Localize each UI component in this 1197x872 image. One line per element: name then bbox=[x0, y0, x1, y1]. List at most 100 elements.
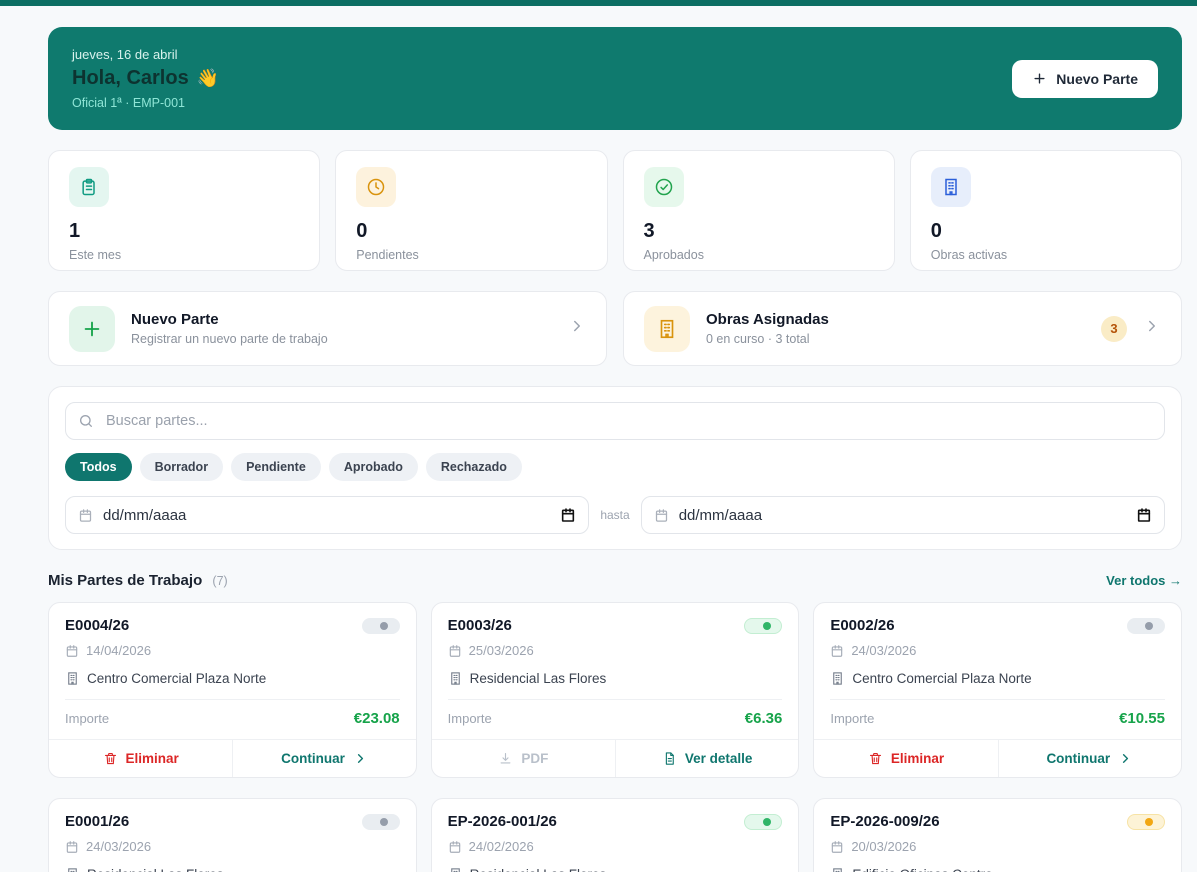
building-icon bbox=[448, 671, 463, 686]
report-site: Centro Comercial Plaza Norte bbox=[852, 671, 1031, 686]
greeting-title: Hola, Carlos 👋 bbox=[72, 67, 219, 90]
delete-button[interactable]: Eliminar bbox=[814, 740, 997, 777]
pdf-button[interactable]: PDF bbox=[432, 740, 615, 777]
date-picker-icon[interactable] bbox=[1136, 507, 1152, 523]
status-dot-icon bbox=[1145, 818, 1153, 826]
stat-card: 0 Pendientes bbox=[335, 150, 607, 271]
continue-button-label: Continuar bbox=[281, 751, 345, 766]
report-site-row: Residencial Las Flores bbox=[448, 867, 783, 872]
view-all-link[interactable]: Ver todos → bbox=[1106, 573, 1182, 588]
report-date: 24/03/2026 bbox=[851, 643, 916, 658]
greeting-banner: jueves, 16 de abril Hola, Carlos 👋 Ofici… bbox=[48, 27, 1182, 130]
trash-icon bbox=[103, 751, 118, 766]
report-card-footer: Eliminar Continuar bbox=[814, 739, 1181, 777]
status-dot-icon bbox=[380, 818, 388, 826]
report-date-row: 14/04/2026 bbox=[65, 643, 400, 658]
report-date: 24/03/2026 bbox=[86, 839, 151, 854]
status-filter-chips: Todos Borrador Pendiente Aprobado Rechazado bbox=[65, 453, 1165, 481]
report-card-top: EP-2026-001/26 bbox=[448, 813, 783, 830]
status-dot-icon bbox=[380, 622, 388, 630]
delete-button-label: Eliminar bbox=[891, 751, 944, 766]
status-pill bbox=[362, 814, 400, 830]
detail-button-label: Ver detalle bbox=[685, 751, 753, 766]
date-from-field[interactable]: dd/mm/aaaa bbox=[65, 496, 589, 534]
report-card-top: E0002/26 bbox=[830, 617, 1165, 634]
report-card: E0001/26 24/03/2026 Residencial Las Flor… bbox=[48, 798, 417, 872]
stat-value: 3 bbox=[644, 220, 874, 243]
report-card-top: EP-2026-009/26 bbox=[830, 813, 1165, 830]
greeting-texts: jueves, 16 de abril Hola, Carlos 👋 Ofici… bbox=[72, 47, 219, 110]
continue-button-label: Continuar bbox=[1046, 751, 1110, 766]
filter-chip-aprobado[interactable]: Aprobado bbox=[329, 453, 418, 481]
calendar-icon bbox=[65, 840, 79, 854]
status-dot-icon bbox=[1145, 622, 1153, 630]
report-code: E0002/26 bbox=[830, 617, 894, 634]
report-site-row: Centro Comercial Plaza Norte bbox=[65, 671, 400, 686]
filter-chip-pendiente[interactable]: Pendiente bbox=[231, 453, 321, 481]
amount-label: Importe bbox=[65, 711, 109, 726]
filter-chip-rechazado[interactable]: Rechazado bbox=[426, 453, 522, 481]
amount-value: €10.55 bbox=[1119, 710, 1165, 727]
delete-button-label: Eliminar bbox=[126, 751, 179, 766]
report-card: EP-2026-001/26 24/02/2026 Residencial La… bbox=[431, 798, 800, 872]
building-icon bbox=[931, 167, 971, 207]
count-badge: 3 bbox=[1101, 316, 1127, 342]
report-code: E0001/26 bbox=[65, 813, 129, 830]
building-icon bbox=[830, 671, 845, 686]
stat-label: Obras activas bbox=[931, 248, 1161, 262]
report-card-top: E0003/26 bbox=[448, 617, 783, 634]
filters-panel: TodosBorradorPendienteAprobadoRechazado … bbox=[48, 386, 1182, 550]
report-card-top: E0004/26 bbox=[65, 617, 400, 634]
report-date-row: 25/03/2026 bbox=[448, 643, 783, 658]
quick-action-title: Nuevo Parte bbox=[131, 311, 552, 328]
report-card: E0004/26 14/04/2026 Centro Comercial Pla… bbox=[48, 602, 417, 778]
report-site: Residencial Las Flores bbox=[87, 867, 224, 872]
stat-label: Pendientes bbox=[356, 248, 586, 262]
report-code: E0003/26 bbox=[448, 617, 512, 634]
amount-value: €23.08 bbox=[354, 710, 400, 727]
amount-label: Importe bbox=[448, 711, 492, 726]
trash-icon bbox=[868, 751, 883, 766]
report-card: EP-2026-009/26 20/03/2026 Edificio Ofici… bbox=[813, 798, 1182, 872]
status-pill bbox=[362, 618, 400, 634]
report-site: Centro Comercial Plaza Norte bbox=[87, 671, 266, 686]
quick-action-card[interactable]: Obras Asignadas 0 en curso · 3 total 3 bbox=[623, 291, 1182, 366]
date-to-value: dd/mm/aaaa bbox=[679, 507, 1126, 524]
calendar-icon bbox=[78, 508, 93, 523]
report-site: Edificio Oficinas Centro bbox=[852, 867, 992, 872]
plus-icon bbox=[69, 306, 115, 352]
date-to-field[interactable]: dd/mm/aaaa bbox=[641, 496, 1165, 534]
search-input[interactable] bbox=[65, 402, 1165, 440]
reports-count: (7) bbox=[212, 574, 227, 588]
current-date: jueves, 16 de abril bbox=[72, 47, 219, 62]
filter-chip-todos[interactable]: Todos bbox=[65, 453, 132, 481]
section-title-text: Mis Partes de Trabajo bbox=[48, 572, 202, 589]
new-report-button[interactable]: Nuevo Parte bbox=[1012, 60, 1158, 98]
chevron-right-icon bbox=[1118, 751, 1133, 766]
stat-card: 0 Obras activas bbox=[910, 150, 1182, 271]
report-site: Residencial Las Flores bbox=[470, 671, 607, 686]
continue-button[interactable]: Continuar bbox=[232, 740, 415, 777]
delete-button[interactable]: Eliminar bbox=[49, 740, 232, 777]
chevron-right-icon bbox=[353, 751, 368, 766]
stat-label: Aprobados bbox=[644, 248, 874, 262]
date-picker-icon[interactable] bbox=[560, 507, 576, 523]
detail-button[interactable]: Ver detalle bbox=[615, 740, 798, 777]
report-amount-row: Importe €23.08 bbox=[65, 699, 400, 739]
quick-actions-row: Nuevo Parte Registrar un nuevo parte de … bbox=[48, 291, 1182, 366]
report-date-row: 20/03/2026 bbox=[830, 839, 1165, 854]
document-icon bbox=[662, 751, 677, 766]
greeting-text: Hola, Carlos bbox=[72, 67, 189, 90]
quick-action-card[interactable]: Nuevo Parte Registrar un nuevo parte de … bbox=[48, 291, 607, 366]
new-report-button-label: Nuevo Parte bbox=[1056, 71, 1138, 87]
report-date: 20/03/2026 bbox=[851, 839, 916, 854]
report-site: Residencial Las Flores bbox=[470, 867, 607, 872]
plus-icon bbox=[1032, 71, 1047, 86]
filter-chip-borrador[interactable]: Borrador bbox=[140, 453, 223, 481]
report-code: E0004/26 bbox=[65, 617, 129, 634]
search-wrap bbox=[65, 402, 1165, 440]
report-date-row: 24/03/2026 bbox=[65, 839, 400, 854]
date-range-row: dd/mm/aaaa hasta dd/mm/aaaa bbox=[65, 496, 1165, 534]
report-card-footer: PDF Ver detalle bbox=[432, 739, 799, 777]
continue-button[interactable]: Continuar bbox=[998, 740, 1181, 777]
